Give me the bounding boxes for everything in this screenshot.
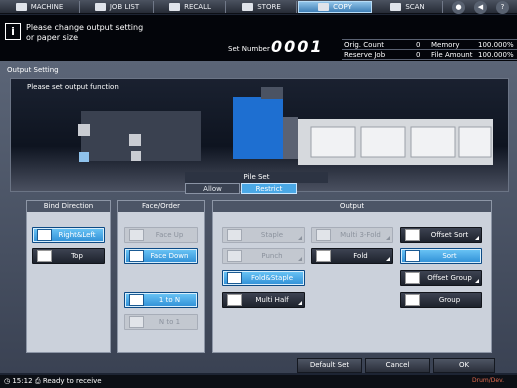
multi-3fold-button[interactable]: Multi 3-Fold [311,227,393,243]
multi-3fold-icon [316,229,331,241]
offset-sort-icon [405,229,420,241]
bind-direction-header: Bind Direction [27,201,110,212]
machine-icon [15,3,27,11]
recall-icon [169,3,181,11]
one-to-n-button[interactable]: 1 to N [124,292,198,308]
set-number-value: 0001 [271,37,324,56]
status-message: Please change output setting or paper si… [26,23,144,42]
punch-icon [227,250,242,262]
fold-icon [316,250,331,262]
sort-button[interactable]: Sort [400,248,482,264]
offset-group-icon [405,272,420,284]
panel-title: Output Setting [7,66,59,74]
offset-sort-button[interactable]: Offset Sort [400,227,482,243]
top-bind-button[interactable]: Top [32,248,105,264]
pile-allow-button[interactable]: Allow [185,183,240,194]
counter-row: Orig. Count 0 Memory 100.000% [342,40,517,50]
output-header: Output [213,201,491,212]
offset-group-button[interactable]: Offset Group [400,270,482,286]
face-down-icon [129,250,144,262]
sort-icon [405,250,420,262]
info-icon: i [5,23,21,40]
group-icon [405,294,420,306]
multi-half-icon [227,294,242,306]
staple-button[interactable]: Staple [222,227,305,243]
scan-icon [390,3,402,11]
counter-table: Orig. Count 0 Memory 100.000% Reserve Jo… [342,39,517,60]
tab-machine[interactable]: MACHINE [0,1,80,13]
tab-scan[interactable]: SCAN [373,1,443,13]
submenu-icon [298,257,302,261]
face-up-icon [129,229,144,241]
speaker-icon[interactable]: ◀ [474,1,487,14]
cancel-button[interactable]: Cancel [365,358,430,373]
n-to-one-button[interactable]: N to 1 [124,314,198,330]
tab-store[interactable]: STORE [227,1,297,13]
set-number-label: Set Number [228,45,270,53]
store-icon [242,3,254,11]
pile-restrict-button[interactable]: Restrict [241,183,297,194]
canvas-label: Please set output function [27,83,119,91]
status-time: ◷ 15:12 [4,377,33,385]
default-set-button[interactable]: Default Set [297,358,362,373]
help-icon[interactable]: ? [496,1,509,14]
ok-button[interactable]: OK [433,358,495,373]
tab-copy[interactable]: COPY [298,1,372,13]
submenu-icon [386,257,390,261]
staple-icon [227,229,242,241]
one-to-n-icon [129,294,144,306]
right-left-button[interactable]: Right&Left [32,227,105,243]
right-left-bind-icon [37,229,52,241]
tab-recall[interactable]: RECALL [155,1,226,13]
pile-set-label: Pile Set [185,172,328,183]
fold-staple-icon [227,272,242,284]
tab-job-list[interactable]: JOB LIST [81,1,154,13]
bind-direction-group: Bind Direction [26,200,111,353]
n-to-one-icon [129,316,144,328]
fold-button[interactable]: Fold [311,248,393,264]
power-icon[interactable]: ● [452,1,465,14]
tab-bar: MACHINE JOB LIST RECALL STORE COPY SCAN … [0,0,517,14]
punch-button[interactable]: Punch [222,248,305,264]
group-button[interactable]: Group [400,292,482,308]
status-text: ⎙ Ready to receive [35,377,102,385]
top-bind-icon [37,250,52,262]
face-up-button[interactable]: Face Up [124,227,198,243]
drum-dev-indicator[interactable]: Drum/Dev. [472,377,504,384]
submenu-icon [298,301,302,305]
multi-half-button[interactable]: Multi Half [222,292,305,308]
submenu-icon [386,236,390,240]
counter-row: Reserve Job 0 File Amount 100.000% [342,50,517,60]
submenu-icon [475,236,479,240]
copy-icon [318,3,330,11]
submenu-icon [475,279,479,283]
face-down-button[interactable]: Face Down [124,248,198,264]
face-order-header: Face/Order [118,201,204,212]
job-list-icon [94,3,106,11]
face-order-group: Face/Order [117,200,205,353]
submenu-icon [298,236,302,240]
fold-staple-button[interactable]: Fold&Staple [222,270,305,286]
